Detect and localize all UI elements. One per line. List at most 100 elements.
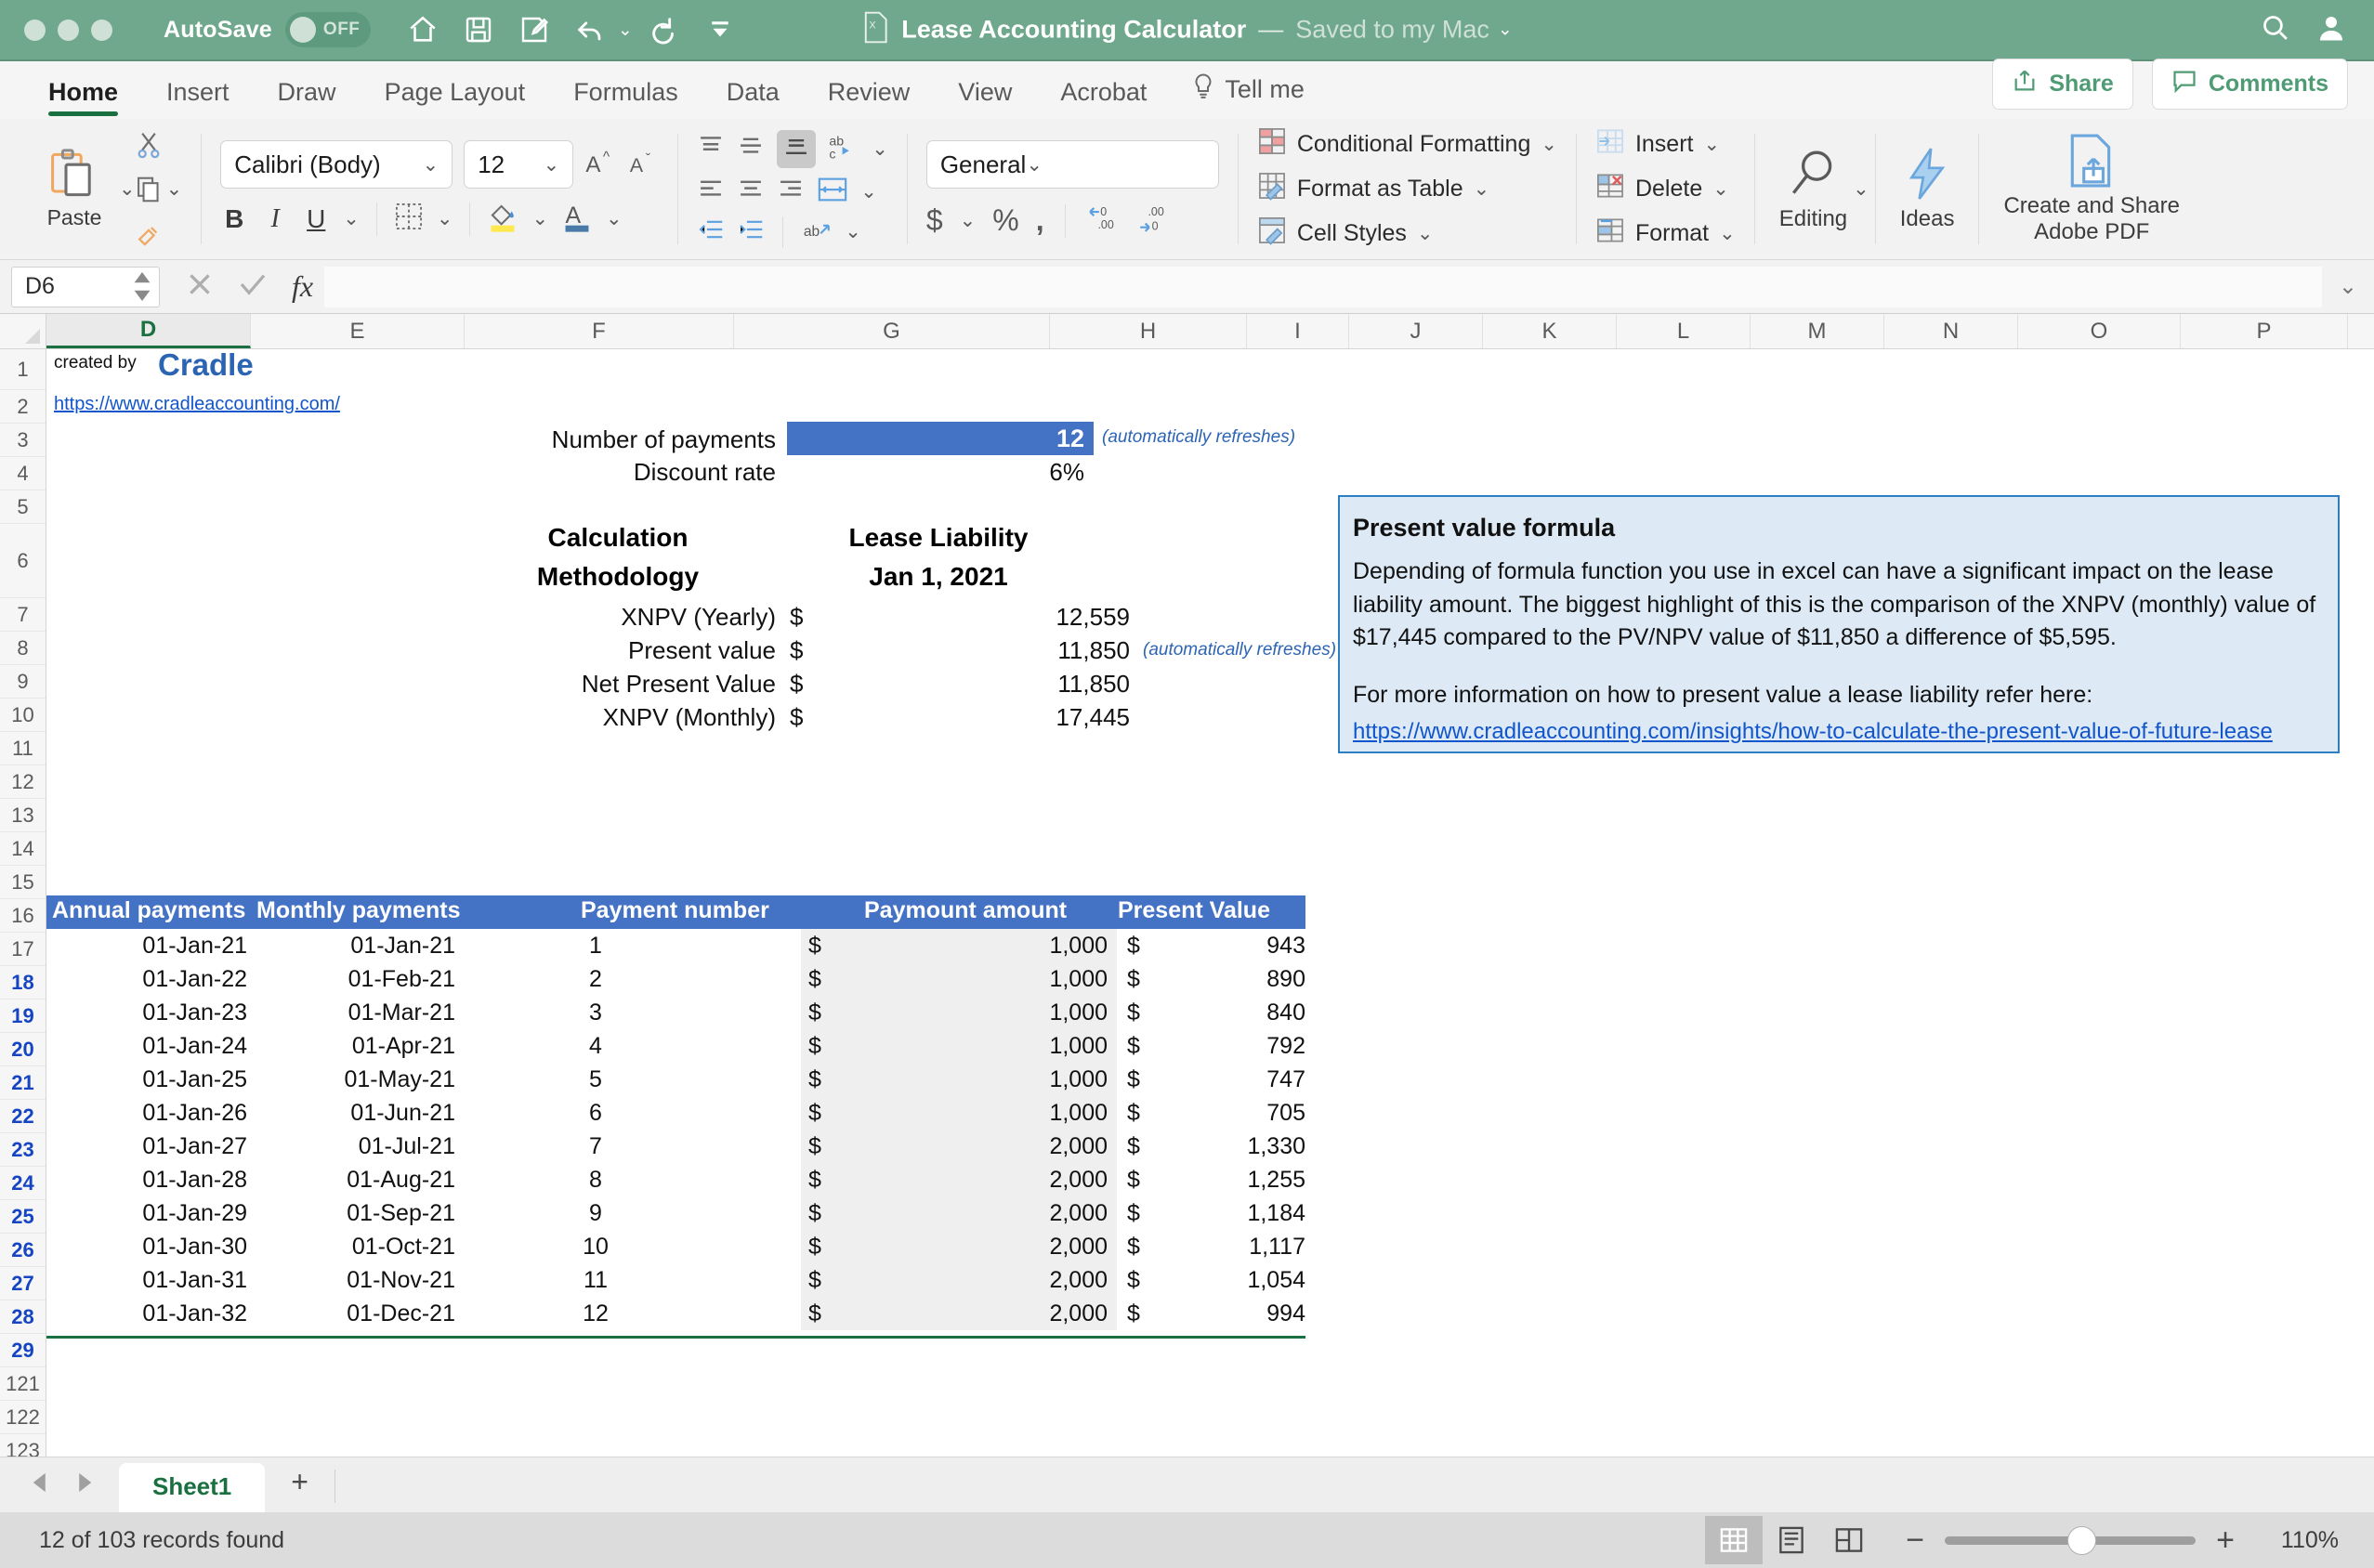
table-cell-annual-payment[interactable]: 01-Jan-23 <box>46 1000 247 1026</box>
table-cell-annual-payment[interactable]: 01-Jan-30 <box>46 1234 247 1261</box>
column-header-O[interactable]: O <box>2018 314 2181 348</box>
table-cell-monthly-payment[interactable]: 01-Aug-21 <box>253 1167 455 1194</box>
cell-F6-calc-header-1[interactable]: Calculation <box>460 523 776 553</box>
table-header-payment-amount[interactable]: Paymount amount <box>864 897 1067 924</box>
row-header-10[interactable]: 10 <box>0 699 46 732</box>
table-cell-payment-number[interactable]: 2 <box>461 966 730 993</box>
table-cell-payment-number[interactable]: 12 <box>461 1300 730 1327</box>
tab-formulas[interactable]: Formulas <box>549 78 702 119</box>
editing-chevron-down-icon[interactable]: ⌄ <box>1853 177 1869 201</box>
borders-button[interactable] <box>394 202 424 236</box>
increase-font-size-button[interactable]: A ^ <box>584 147 616 183</box>
tab-draw[interactable]: Draw <box>254 78 361 119</box>
align-center-button[interactable] <box>737 177 765 206</box>
format-painter-button[interactable] <box>136 215 183 254</box>
column-header-F[interactable]: F <box>465 314 734 348</box>
tell-me-button[interactable]: Tell me <box>1171 72 1325 119</box>
cancel-icon[interactable] <box>186 270 214 303</box>
cell-G8-amount[interactable]: 11,850 <box>790 636 1130 665</box>
table-cell-payment-amount[interactable]: 2,000 <box>808 1300 1108 1327</box>
add-sheet-button[interactable]: + <box>265 1457 334 1512</box>
column-header-J[interactable]: J <box>1349 314 1483 348</box>
row-header-17[interactable]: 17 <box>0 933 46 966</box>
column-header-E[interactable]: E <box>251 314 465 348</box>
normal-view-icon[interactable] <box>1705 1516 1764 1564</box>
align-top-button[interactable] <box>697 134 725 164</box>
insert-cells-button[interactable]: Insert ⌄ <box>1595 126 1736 163</box>
cell-G10-amount[interactable]: 17,445 <box>790 703 1130 732</box>
cut-button[interactable] <box>136 125 183 164</box>
ideas-button[interactable]: Ideas <box>1882 119 1974 259</box>
table-cell-payment-number[interactable]: 6 <box>461 1100 730 1127</box>
comma-format-button[interactable]: , <box>1036 203 1044 238</box>
cell-styles-button[interactable]: Cell Styles ⌄ <box>1257 216 1557 252</box>
text-orientation-button[interactable]: ab <box>801 216 833 248</box>
font-color-button[interactable]: A <box>561 200 593 238</box>
column-header-D[interactable]: D <box>46 314 251 348</box>
table-cell-annual-payment[interactable]: 01-Jan-31 <box>46 1267 247 1294</box>
table-cell-annual-payment[interactable]: 01-Jan-22 <box>46 966 247 993</box>
table-cell-monthly-payment[interactable]: 01-Apr-21 <box>253 1033 455 1060</box>
cell-F10-method[interactable]: XNPV (Monthly) <box>353 703 776 732</box>
text-orientation-chevron-down-icon[interactable]: ⌄ <box>845 220 861 243</box>
table-cell-present-value[interactable]: 943 <box>1127 933 1305 960</box>
name-box-spinner[interactable] <box>133 272 159 301</box>
table-cell-present-value[interactable]: 1,330 <box>1127 1133 1305 1160</box>
row-header-24[interactable]: 24 <box>0 1167 46 1200</box>
cell-F7-method[interactable]: XNPV (Yearly) <box>353 603 776 632</box>
table-cell-monthly-payment[interactable]: 01-Sep-21 <box>253 1200 455 1227</box>
font-name-chevron-down-icon[interactable]: ⌄ <box>423 153 439 176</box>
table-cell-present-value[interactable]: 705 <box>1127 1100 1305 1127</box>
table-cell-monthly-payment[interactable]: 01-Dec-21 <box>253 1300 455 1327</box>
underline-button[interactable]: U <box>302 204 330 234</box>
fill-color-button[interactable] <box>487 200 518 238</box>
table-cell-payment-number[interactable]: 8 <box>461 1167 730 1194</box>
table-cell-payment-amount[interactable]: 1,000 <box>808 933 1108 960</box>
row-header-12[interactable]: 12 <box>0 765 46 799</box>
number-format-select[interactable]: General ⌄ <box>925 140 1219 189</box>
decrease-font-size-button[interactable]: Aˇ <box>627 147 659 183</box>
save-edit-icon[interactable] <box>510 6 558 54</box>
table-cell-annual-payment[interactable]: 01-Jan-28 <box>46 1167 247 1194</box>
cell-G6-liability-header-1[interactable]: Lease Liability <box>780 523 1096 553</box>
column-header-G[interactable]: G <box>734 314 1050 348</box>
fx-icon[interactable]: fx <box>292 269 313 304</box>
table-cell-payment-number[interactable]: 10 <box>461 1234 730 1261</box>
table-cell-annual-payment[interactable]: 01-Jan-32 <box>46 1300 247 1327</box>
row-header-29[interactable]: 29 <box>0 1334 46 1367</box>
row-header-121[interactable]: 121 <box>0 1367 46 1401</box>
home-icon[interactable] <box>399 6 447 54</box>
present-value-info-box[interactable]: Present value formula Depending of formu… <box>1338 495 2340 753</box>
increase-indent-button[interactable] <box>737 217 765 246</box>
wrap-text-chevron-down-icon[interactable]: ⌄ <box>872 137 888 161</box>
customize-toolbar-icon[interactable] <box>696 6 744 54</box>
formula-input[interactable] <box>324 266 2322 307</box>
row-header-13[interactable]: 13 <box>0 799 46 832</box>
save-status[interactable]: Saved to my Mac <box>1295 16 1489 45</box>
table-cell-payment-number[interactable]: 11 <box>461 1267 730 1294</box>
conditional-formatting-button[interactable]: Conditional Formatting ⌄ <box>1257 126 1557 163</box>
zoom-slider-handle[interactable] <box>2067 1525 2097 1555</box>
table-cell-monthly-payment[interactable]: 01-Jul-21 <box>253 1133 455 1160</box>
row-header-123[interactable]: 123 <box>0 1434 46 1457</box>
align-right-button[interactable] <box>777 177 805 206</box>
share-button[interactable]: Share <box>1992 59 2133 110</box>
table-cell-payment-amount[interactable]: 1,000 <box>808 966 1108 993</box>
column-header-N[interactable]: N <box>1884 314 2018 348</box>
tab-view[interactable]: View <box>934 78 1036 119</box>
font-name-select[interactable]: Calibri (Body) ⌄ <box>220 140 453 189</box>
table-cell-monthly-payment[interactable]: 01-Mar-21 <box>253 1000 455 1026</box>
table-header-annual-payments[interactable]: Annual payments <box>52 897 245 924</box>
font-size-chevron-down-icon[interactable]: ⌄ <box>544 153 560 176</box>
conditional-formatting-chevron-down-icon[interactable]: ⌄ <box>1541 133 1557 156</box>
table-cell-present-value[interactable]: 747 <box>1127 1066 1305 1093</box>
column-header-L[interactable]: L <box>1617 314 1751 348</box>
row-header-26[interactable]: 26 <box>0 1234 46 1267</box>
row-header-6[interactable]: 6 <box>0 524 46 598</box>
tab-acrobat[interactable]: Acrobat <box>1036 78 1171 119</box>
zoom-percentage[interactable]: 110% <box>2255 1527 2339 1554</box>
name-box[interactable]: D6 <box>11 266 160 307</box>
table-cell-present-value[interactable]: 1,255 <box>1127 1167 1305 1194</box>
info-box-link[interactable]: https://www.cradleaccounting.com/insight… <box>1353 719 2325 745</box>
maximize-window-button[interactable] <box>91 19 112 41</box>
